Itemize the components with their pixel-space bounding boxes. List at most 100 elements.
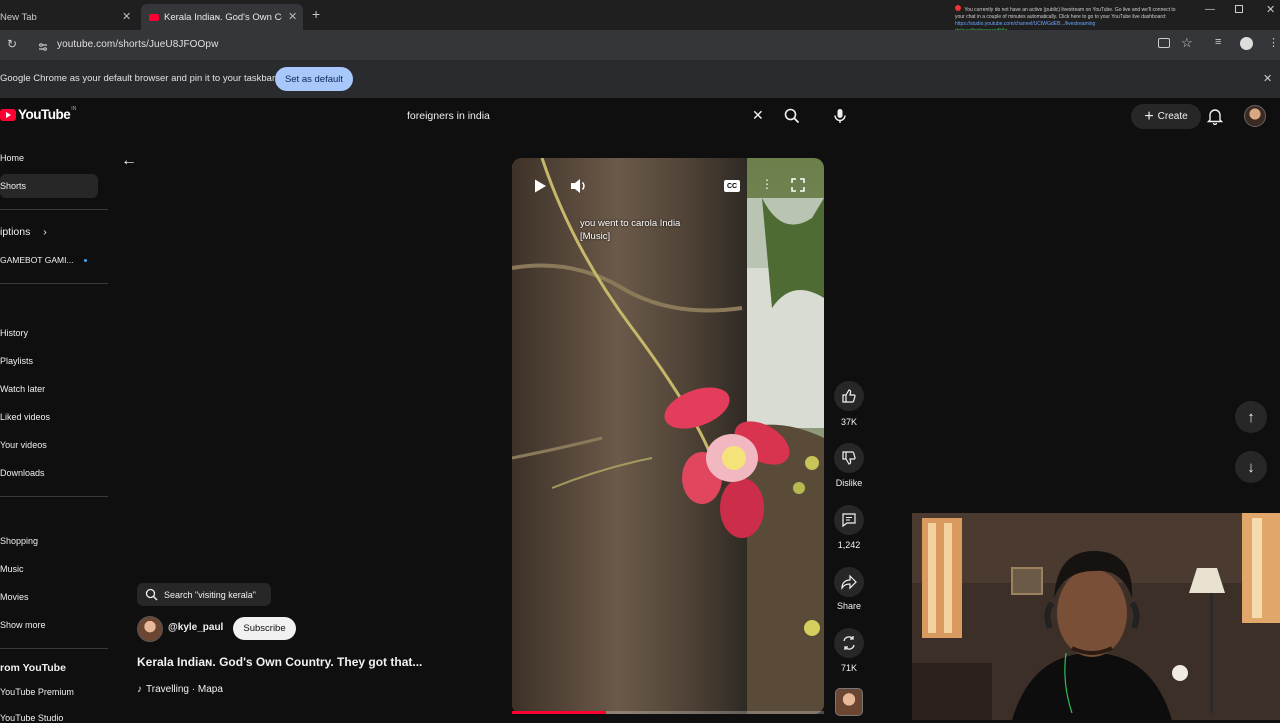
search-icon[interactable] bbox=[783, 107, 801, 125]
maximize-icon[interactable] bbox=[1235, 5, 1243, 13]
volume-icon[interactable] bbox=[570, 178, 588, 194]
subscriptions-label: iptions bbox=[0, 226, 31, 238]
sidebar-item-music[interactable]: Music bbox=[0, 564, 24, 574]
live-dot-icon bbox=[83, 259, 87, 263]
comment-count: 1,242 bbox=[837, 540, 861, 550]
close-icon[interactable]: ✕ bbox=[1263, 72, 1272, 85]
tab-youtube-short[interactable]: Kerala Indiaɴ. God's Own Cou ✕ bbox=[141, 4, 303, 30]
microphone-icon[interactable] bbox=[831, 107, 849, 125]
account-avatar[interactable] bbox=[1244, 105, 1266, 127]
share-arrow-icon bbox=[841, 574, 857, 590]
stream-notice-link[interactable]: https://studio.youtube.com/channel/UCtWG… bbox=[955, 21, 1095, 27]
search-chip-label: Search "visiting kerala" bbox=[164, 589, 256, 600]
dislike-button[interactable] bbox=[834, 443, 864, 473]
share-button[interactable] bbox=[834, 567, 864, 597]
share-label: Share bbox=[836, 601, 862, 611]
notifications-bell-icon[interactable] bbox=[1206, 107, 1224, 126]
dislike-label: Dislike bbox=[835, 478, 863, 488]
play-icon[interactable] bbox=[532, 178, 548, 194]
sidebar-item-movies[interactable]: Movies bbox=[0, 592, 29, 602]
site-info-icon[interactable] bbox=[38, 39, 48, 51]
sidebar-item-show-more[interactable]: Show more bbox=[0, 620, 46, 630]
clear-search-icon[interactable]: ✕ bbox=[752, 107, 764, 124]
next-short-button[interactable]: ↓ bbox=[1235, 451, 1267, 483]
infobar-text: Google Chrome as your default browser an… bbox=[0, 73, 276, 84]
audio-source-thumbnail[interactable] bbox=[835, 688, 863, 716]
remix-button[interactable] bbox=[834, 628, 864, 658]
tab-title: Kerala Indiaɴ. God's Own Cou bbox=[164, 11, 282, 23]
previous-short-button[interactable]: ↑ bbox=[1235, 401, 1267, 433]
channel-avatar[interactable] bbox=[137, 616, 163, 642]
set-default-button[interactable]: Set as default bbox=[275, 67, 353, 91]
caption-line-1: you went to carola India bbox=[580, 218, 681, 229]
fullscreen-icon[interactable] bbox=[791, 178, 805, 192]
captions-icon[interactable]: CC bbox=[724, 180, 740, 192]
comments-button[interactable] bbox=[834, 505, 864, 535]
arrow-down-icon: ↓ bbox=[1247, 458, 1255, 476]
sidebar-item-shorts[interactable]: Shorts bbox=[0, 181, 26, 191]
sidebar-item-liked-videos[interactable]: Liked videos bbox=[0, 412, 50, 422]
remix-icon bbox=[843, 636, 855, 650]
tab-new-tab[interactable]: New Tab ✕ bbox=[0, 4, 140, 30]
webcam-overlay bbox=[912, 513, 1280, 720]
arrow-up-icon: ↑ bbox=[1247, 408, 1255, 426]
short-title[interactable]: Kerala Indiaɴ. God's Own Country. They g… bbox=[137, 655, 422, 669]
default-browser-infobar: Google Chrome as your default browser an… bbox=[0, 60, 1280, 98]
sidebar-item-home[interactable]: Home bbox=[0, 153, 24, 163]
thumbs-down-icon bbox=[842, 451, 856, 465]
tab-title: New Tab bbox=[0, 11, 37, 23]
sidebar-item-youtube-studio[interactable]: YouTube Studio bbox=[0, 713, 63, 723]
address-bar[interactable]: youtube.com/shorts/JueU8JFOOpw bbox=[57, 39, 218, 50]
short-music-link[interactable]: ♪ Travelling · Mapa bbox=[137, 684, 223, 695]
reading-list-icon[interactable]: ≡ bbox=[1215, 36, 1221, 48]
video-progress-fill bbox=[512, 711, 606, 714]
create-button[interactable]: + Create bbox=[1131, 104, 1201, 129]
sidebar-more-from-heading: rom YouTube bbox=[0, 662, 66, 674]
sidebar-item-history[interactable]: History bbox=[0, 328, 28, 338]
comment-icon bbox=[842, 513, 856, 528]
profile-avatar[interactable] bbox=[1240, 37, 1253, 50]
thumbs-up-icon bbox=[842, 389, 856, 403]
channel-handle[interactable]: @kyle_paul bbox=[168, 622, 223, 633]
music-label: Travelling · Mapa bbox=[146, 684, 223, 695]
youtube-logo[interactable]: YouTube IN bbox=[0, 105, 77, 122]
chrome-menu-icon[interactable]: ⋮ bbox=[1268, 36, 1279, 49]
sidebar-subscriptions-heading[interactable]: iptions › bbox=[0, 226, 47, 238]
like-count: 37K bbox=[840, 417, 857, 427]
sidebar-item-downloads[interactable]: Downloads bbox=[0, 468, 45, 478]
sidebar-item-youtube-premium[interactable]: YouTube Premium bbox=[0, 687, 74, 697]
close-icon[interactable]: ✕ bbox=[288, 10, 297, 23]
sidebar-divider bbox=[0, 496, 108, 497]
minimize-icon[interactable]: — bbox=[1205, 4, 1215, 15]
youtube-play-icon bbox=[0, 108, 16, 121]
stream-notice-text: You currently do not have an active (pub… bbox=[955, 7, 1176, 20]
window-close-icon[interactable]: ✕ bbox=[1266, 3, 1275, 16]
close-icon[interactable]: ✕ bbox=[122, 10, 131, 23]
sidebar-subscription-channel[interactable]: GAMEBOT GAMI... bbox=[0, 255, 87, 265]
sidebar-item-playlists[interactable]: Playlists bbox=[0, 356, 33, 366]
more-options-icon[interactable]: ⋮ bbox=[761, 177, 773, 191]
music-note-icon: ♪ bbox=[137, 684, 142, 695]
like-button[interactable] bbox=[834, 381, 864, 411]
back-arrow-icon[interactable]: ← bbox=[121, 152, 137, 170]
youtube-wordmark: YouTube bbox=[18, 107, 71, 122]
browser-tab-strip: New Tab ✕ Kerala Indiaɴ. God's Own Cou ✕… bbox=[0, 0, 1280, 34]
search-suggestion-chip[interactable]: Search "visiting kerala" bbox=[137, 583, 271, 606]
new-tab-plus-icon[interactable]: + bbox=[312, 6, 320, 22]
sidebar-item-watch-later[interactable]: Watch later bbox=[0, 384, 45, 394]
browser-toolbar: ↻ youtube.com/shorts/JueU8JFOOpw ☆ ≡ ⋮ bbox=[0, 30, 1280, 60]
bookmark-star-icon[interactable]: ☆ bbox=[1181, 35, 1193, 51]
install-app-icon[interactable] bbox=[1158, 38, 1170, 48]
region-code: IN bbox=[71, 105, 77, 112]
plus-icon: + bbox=[1144, 107, 1154, 125]
sidebar-item-your-videos[interactable]: Your videos bbox=[0, 440, 47, 450]
webcam-feed bbox=[912, 513, 1280, 720]
search-icon bbox=[145, 588, 158, 601]
sidebar-divider bbox=[0, 283, 108, 284]
channel-name: GAMEBOT GAMI... bbox=[0, 255, 74, 265]
reload-icon[interactable]: ↻ bbox=[7, 37, 17, 51]
subscribe-button[interactable]: Subscribe bbox=[233, 617, 296, 640]
sidebar-divider bbox=[0, 648, 108, 649]
sidebar-item-shopping[interactable]: Shopping bbox=[0, 536, 38, 546]
create-label: Create bbox=[1157, 111, 1188, 122]
